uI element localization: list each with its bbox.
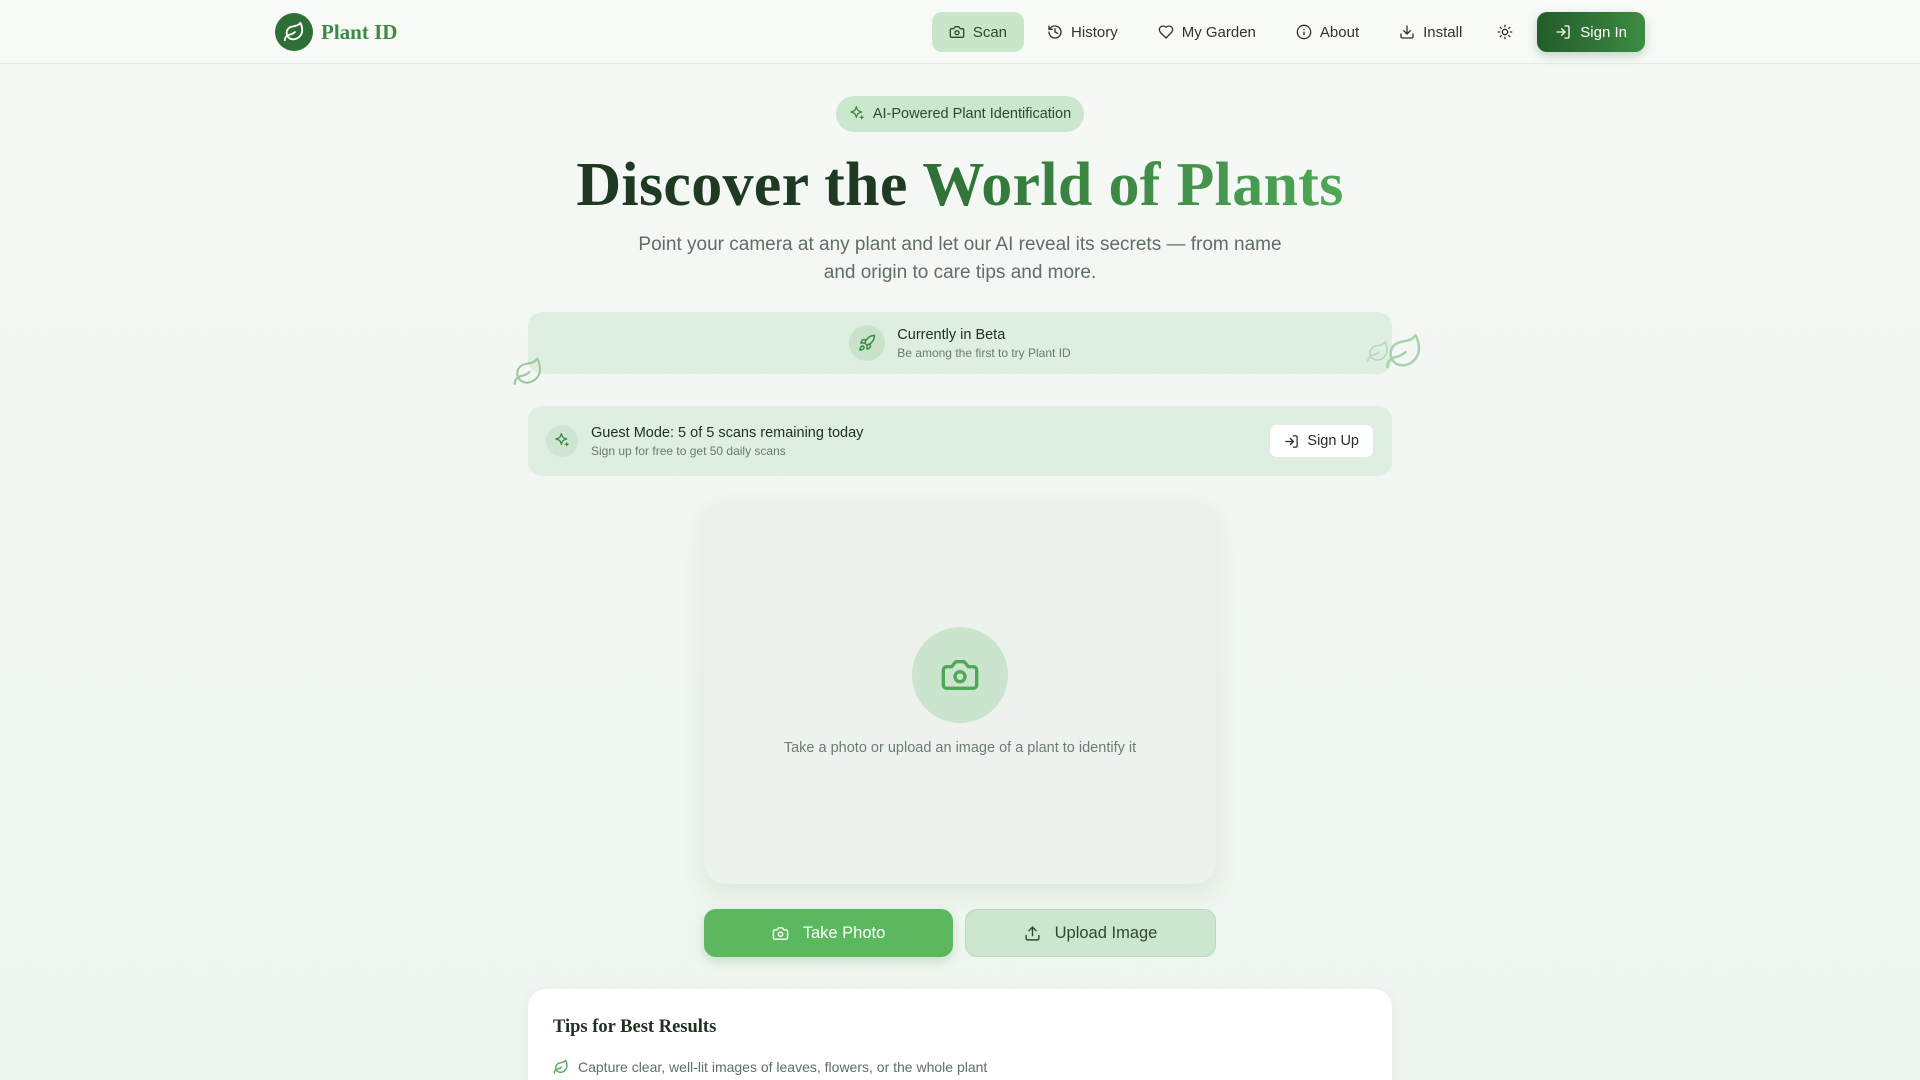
tips-card: Tips for Best Results Capture clear, wel… <box>528 989 1392 1080</box>
brand[interactable]: Plant ID <box>275 13 397 51</box>
guest-mode-banner: Guest Mode: 5 of 5 scans remaining today… <box>528 406 1392 476</box>
sign-up-button[interactable]: Sign Up <box>1269 424 1374 458</box>
nav-item-label: History <box>1071 23 1118 41</box>
theme-toggle-button[interactable] <box>1485 12 1525 52</box>
take-photo-button[interactable]: Take Photo <box>704 909 953 957</box>
history-icon <box>1047 24 1063 40</box>
log-in-icon <box>1555 24 1571 40</box>
page-title: Discover the World of Plants <box>0 150 1920 221</box>
leaf-decoration-icon <box>1384 332 1424 372</box>
page-title-main: Discover the <box>576 151 923 219</box>
sign-up-label: Sign Up <box>1307 433 1359 449</box>
image-drop-area[interactable]: Take a photo or upload an image of a pla… <box>704 502 1216 884</box>
log-in-icon <box>1284 434 1299 449</box>
beta-text: Currently in Beta Be among the first to … <box>897 327 1070 360</box>
page-subtitle: Point your camera at any plant and let o… <box>638 234 1282 283</box>
camera-icon <box>772 925 789 942</box>
nav-item-label: About <box>1319 23 1360 41</box>
info-icon <box>1296 24 1312 40</box>
guest-text: Guest Mode: 5 of 5 scans remaining today… <box>591 425 863 458</box>
beta-banner: Currently in Beta Be among the first to … <box>528 312 1392 374</box>
camera-icon <box>949 24 965 40</box>
nav-item-label: Install <box>1423 23 1463 41</box>
beta-title: Currently in Beta <box>897 326 1006 343</box>
nav-item-history[interactable]: History <box>1030 12 1135 52</box>
nav-item-about[interactable]: About <box>1279 12 1376 52</box>
tips-title: Tips for Best Results <box>553 1017 717 1037</box>
guest-description: Sign up for free to get 50 daily scans <box>591 443 786 458</box>
sign-in-button[interactable]: Sign In <box>1537 12 1645 52</box>
scan-hint: Take a photo or upload an image of a pla… <box>783 740 1137 756</box>
ai-badge: AI-Powered Plant Identification <box>836 96 1084 132</box>
page-title-accent: World of Plants <box>922 151 1344 219</box>
rocket-icon <box>849 325 886 361</box>
nav-item-my-garden[interactable]: My Garden <box>1141 12 1273 52</box>
list-item: Capture clear, well-lit images of leaves… <box>553 1059 987 1075</box>
brand-name: Plant ID <box>321 19 398 44</box>
sun-icon <box>1497 24 1513 40</box>
upload-icon <box>1024 925 1041 942</box>
nav-item-label: Scan <box>972 23 1008 41</box>
nav-item-label: My Garden <box>1181 23 1256 41</box>
leaf-icon <box>553 1059 569 1075</box>
beta-description: Be among the first to try Plant ID <box>897 345 1071 360</box>
nav-item-install[interactable]: Install <box>1382 12 1479 52</box>
nav-item-scan[interactable]: Scan <box>931 12 1025 52</box>
leaf-logo-icon <box>275 13 313 51</box>
leaf-decoration-icon <box>512 356 544 388</box>
take-photo-label: Take Photo <box>802 923 886 942</box>
sparkles-icon <box>849 106 865 122</box>
top-navbar: Plant ID Scan History My Garden About In… <box>0 0 1920 64</box>
camera-icon <box>912 627 1008 723</box>
guest-title: Guest Mode: 5 of 5 scans remaining today <box>591 424 864 441</box>
download-icon <box>1399 24 1415 40</box>
nav-links: Scan History My Garden About Install Sig… <box>931 12 1645 52</box>
ai-badge-label: AI-Powered Plant Identification <box>872 106 1072 122</box>
heart-icon <box>1158 24 1174 40</box>
upload-image-label: Upload Image <box>1054 923 1158 942</box>
upload-image-button[interactable]: Upload Image <box>965 909 1216 957</box>
sign-in-label: Sign In <box>1580 23 1627 41</box>
sparkles-icon <box>546 425 578 457</box>
tip-text: Capture clear, well-lit images of leaves… <box>578 1059 988 1075</box>
